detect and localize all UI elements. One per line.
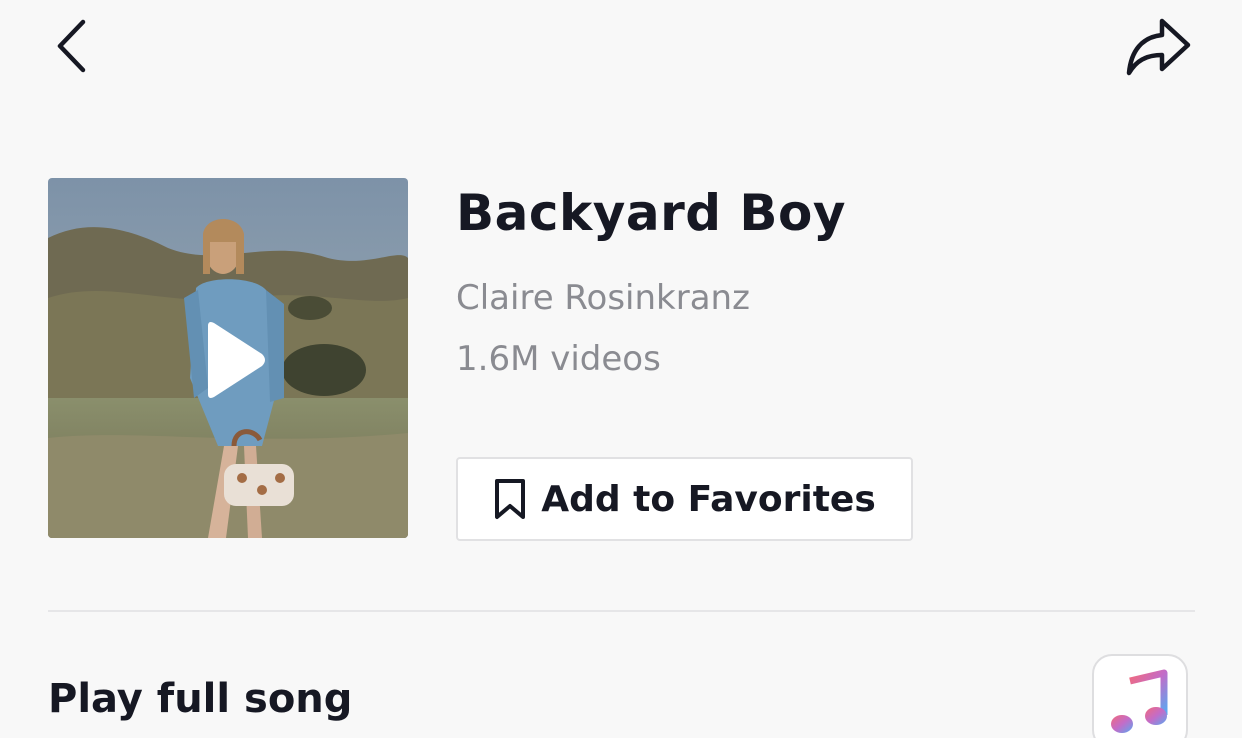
share-arrow-icon [1126,18,1191,76]
sound-title: Backyard Boy [456,184,846,242]
play-icon [208,322,265,398]
bookmark-icon [495,479,526,519]
share-button[interactable] [1116,8,1200,84]
add-to-favorites-button[interactable]: Add to Favorites [456,457,913,541]
play-full-song-label[interactable]: Play full song [48,676,352,722]
back-button[interactable] [36,10,108,82]
add-to-favorites-label: Add to Favorites [541,478,876,520]
apple-music-button[interactable] [1092,654,1188,738]
video-count: 1.6M videos [456,339,661,379]
section-divider [48,610,1195,612]
artist-name[interactable]: Claire Rosinkranz [456,278,750,318]
sound-cover[interactable] [48,178,408,538]
chevron-left-icon [57,19,86,73]
music-note-icon [1111,669,1168,733]
